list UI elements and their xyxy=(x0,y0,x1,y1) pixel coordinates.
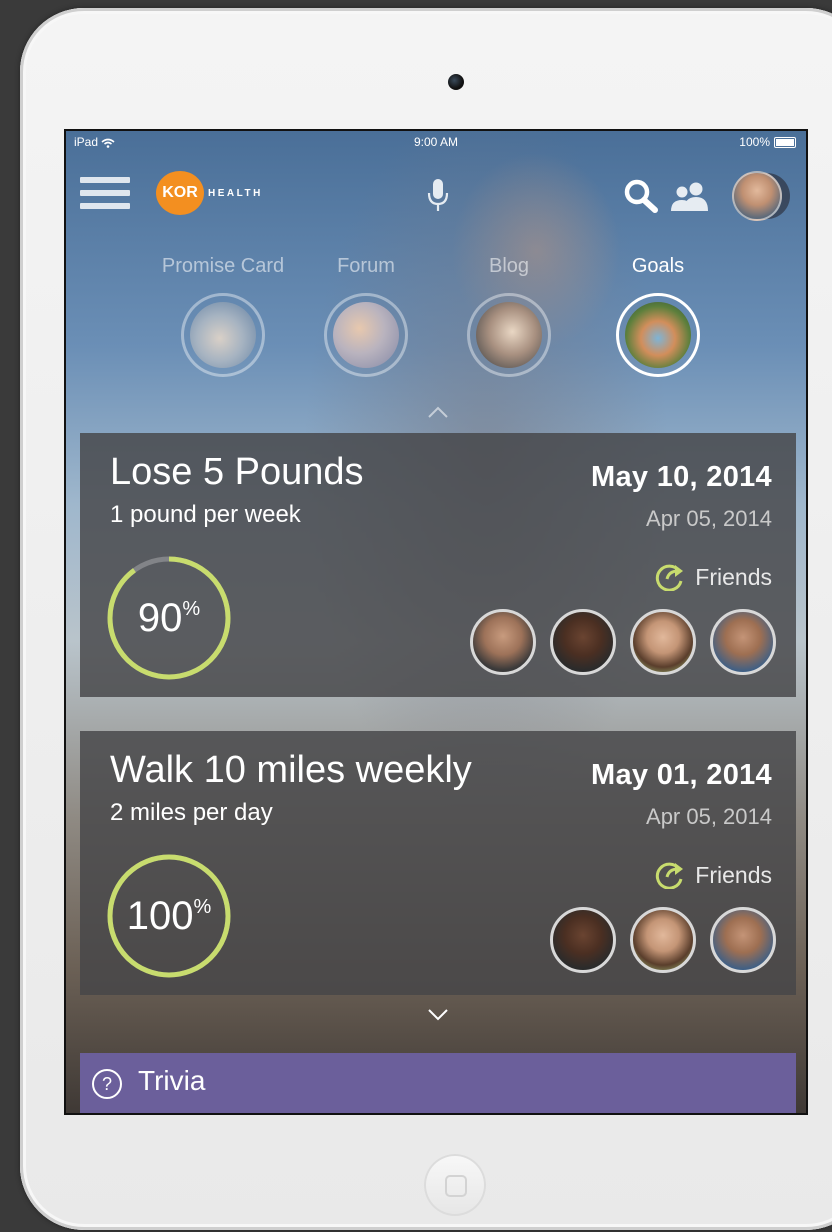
share-icon xyxy=(656,862,684,889)
microphone-icon[interactable] xyxy=(425,177,451,213)
top-bar: KOR HEALTH xyxy=(66,169,806,221)
goal-start-date: Apr 05, 2014 xyxy=(646,506,772,531)
goal-title: Lose 5 Pounds xyxy=(110,451,364,493)
chevron-down-icon[interactable] xyxy=(427,1008,449,1022)
help-icon: ? xyxy=(92,1069,122,1099)
friend-avatar[interactable] xyxy=(710,609,776,675)
friend-avatar[interactable] xyxy=(630,609,696,675)
friend-avatar[interactable] xyxy=(470,609,536,675)
tab-label: Promise Card xyxy=(161,255,285,277)
logo-text: HEALTH xyxy=(208,187,263,199)
tab-label: Forum xyxy=(337,255,395,277)
people-icon[interactable] xyxy=(670,181,710,213)
goal-subtitle: 1 pound per week xyxy=(110,501,301,528)
menu-icon[interactable] xyxy=(80,177,130,211)
search-icon[interactable] xyxy=(623,179,659,213)
goal-title: Walk 10 miles weekly xyxy=(110,749,472,791)
app-screen: iPad 9:00 AM 100% KOR HEALTH Promise Car… xyxy=(64,129,808,1115)
battery-icon xyxy=(774,136,796,148)
share-with-friends[interactable]: Friends xyxy=(653,563,772,591)
share-with-friends[interactable]: Friends xyxy=(653,861,772,889)
tab-forum[interactable]: Forum xyxy=(291,255,441,377)
runner-thumbnail xyxy=(625,302,691,368)
tab-bar: Promise Card Forum Blog Goals xyxy=(66,255,806,395)
trivia-label: Trivia xyxy=(138,1065,206,1096)
status-time: 9:00 AM xyxy=(413,135,459,149)
trivia-bar[interactable]: ? Trivia xyxy=(80,1053,796,1113)
goal-target-date: May 01, 2014 xyxy=(591,759,772,791)
user-avatar[interactable] xyxy=(732,171,782,221)
keyboard-thumbnail xyxy=(333,302,399,368)
tab-thumbnail xyxy=(324,293,408,377)
friend-avatars xyxy=(470,609,776,675)
goal-card[interactable]: Walk 10 miles weekly 2 miles per day May… xyxy=(80,731,796,995)
tab-thumbnail xyxy=(467,293,551,377)
camera xyxy=(448,74,464,90)
friend-avatar[interactable] xyxy=(550,609,616,675)
tab-thumbnail xyxy=(181,293,265,377)
kor-health-logo[interactable]: KOR HEALTH xyxy=(156,171,263,215)
tab-blog[interactable]: Blog xyxy=(434,255,584,377)
tab-label: Goals xyxy=(631,255,685,277)
tab-goals[interactable]: Goals xyxy=(583,255,733,377)
friend-avatar[interactable] xyxy=(550,907,616,973)
handshake-thumbnail xyxy=(190,302,256,368)
friend-avatar[interactable] xyxy=(710,907,776,973)
home-button[interactable] xyxy=(424,1154,486,1216)
friends-label: Friends xyxy=(695,861,772,888)
status-bar: iPad 9:00 AM 100% xyxy=(66,131,806,153)
goal-subtitle: 2 miles per day xyxy=(110,799,273,826)
friend-avatar[interactable] xyxy=(630,907,696,973)
chevron-up-icon[interactable] xyxy=(427,405,449,419)
progress-value: 90% xyxy=(137,595,201,640)
goal-card[interactable]: Lose 5 Pounds 1 pound per week May 10, 2… xyxy=(80,433,796,697)
tab-label: Blog xyxy=(488,255,530,277)
status-battery: 100% xyxy=(739,135,796,149)
friends-label: Friends xyxy=(695,563,772,590)
logo-badge: KOR xyxy=(156,171,204,215)
goal-start-date: Apr 05, 2014 xyxy=(646,804,772,829)
tablet-thumbnail xyxy=(476,302,542,368)
progress-value: 100% xyxy=(126,893,212,938)
tab-thumbnail xyxy=(616,293,700,377)
share-icon xyxy=(656,564,684,591)
tab-promise-card[interactable]: Promise Card xyxy=(148,255,298,377)
goal-target-date: May 10, 2014 xyxy=(591,461,772,493)
friend-avatars xyxy=(550,907,776,973)
